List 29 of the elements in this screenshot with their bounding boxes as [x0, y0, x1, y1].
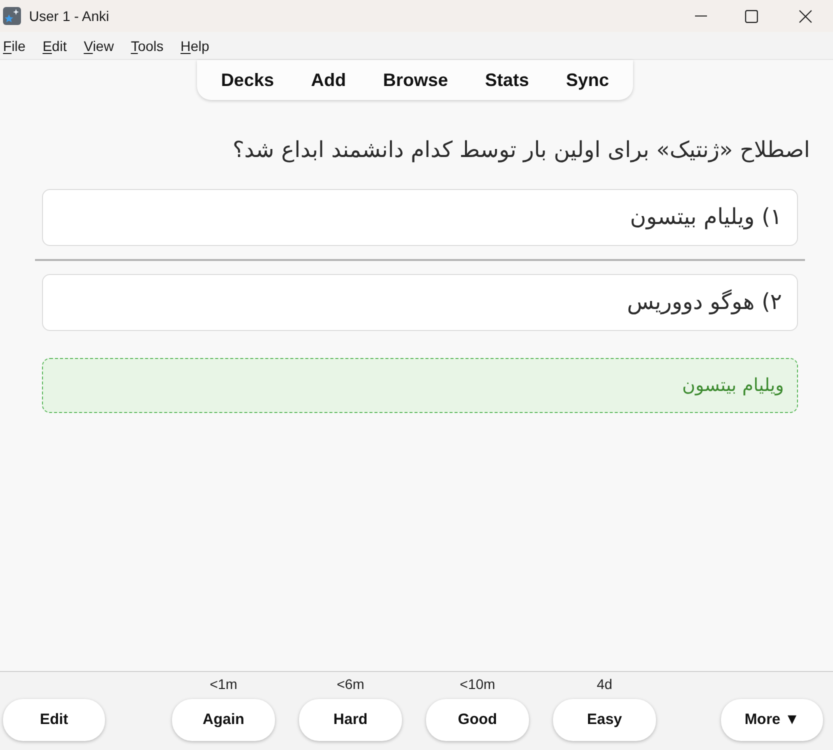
menu-item[interactable]: Tools: [130, 36, 164, 54]
menu-item[interactable]: View: [84, 36, 114, 54]
menu-item[interactable]: Edit: [42, 36, 67, 54]
maximize-icon[interactable]: [745, 10, 758, 22]
app-icon: [3, 7, 21, 25]
interval-label: <10m: [460, 675, 496, 693]
rating-button[interactable]: Easy: [553, 699, 656, 741]
rating-button[interactable]: Again: [172, 699, 275, 741]
window-title: User 1 - Anki: [29, 6, 110, 26]
correct-answer: ویلیام بیتسون: [42, 358, 798, 413]
toolbar-link[interactable]: Stats: [485, 66, 530, 94]
answer-option: ۱) ویلیام بیتسون: [42, 189, 798, 246]
toolbar-link[interactable]: Sync: [566, 66, 610, 94]
interval-label: <6m: [336, 675, 364, 693]
interval-label: <1m: [210, 675, 238, 693]
close-icon[interactable]: [799, 10, 812, 22]
toolbar-link[interactable]: Decks: [220, 66, 274, 94]
rating-button[interactable]: Good: [426, 699, 529, 741]
minimize-icon[interactable]: [695, 15, 707, 17]
more-button[interactable]: More ▼: [721, 699, 823, 741]
question-text: اصطلاح «ژنتیک» برای اولین بار توسط کدام دانشمند ابداع شد؟: [232, 137, 811, 165]
rating-button[interactable]: Hard: [299, 699, 402, 741]
menu-item[interactable]: Help: [180, 36, 210, 54]
answer-option: ۲) هوگو دووریس: [42, 274, 798, 331]
menu-item[interactable]: File: [3, 36, 26, 54]
edit-button[interactable]: Edit: [3, 699, 105, 741]
interval-label: 4d: [596, 675, 612, 693]
toolbar-link[interactable]: Browse: [382, 66, 448, 94]
toolbar-link[interactable]: Add: [310, 66, 346, 94]
